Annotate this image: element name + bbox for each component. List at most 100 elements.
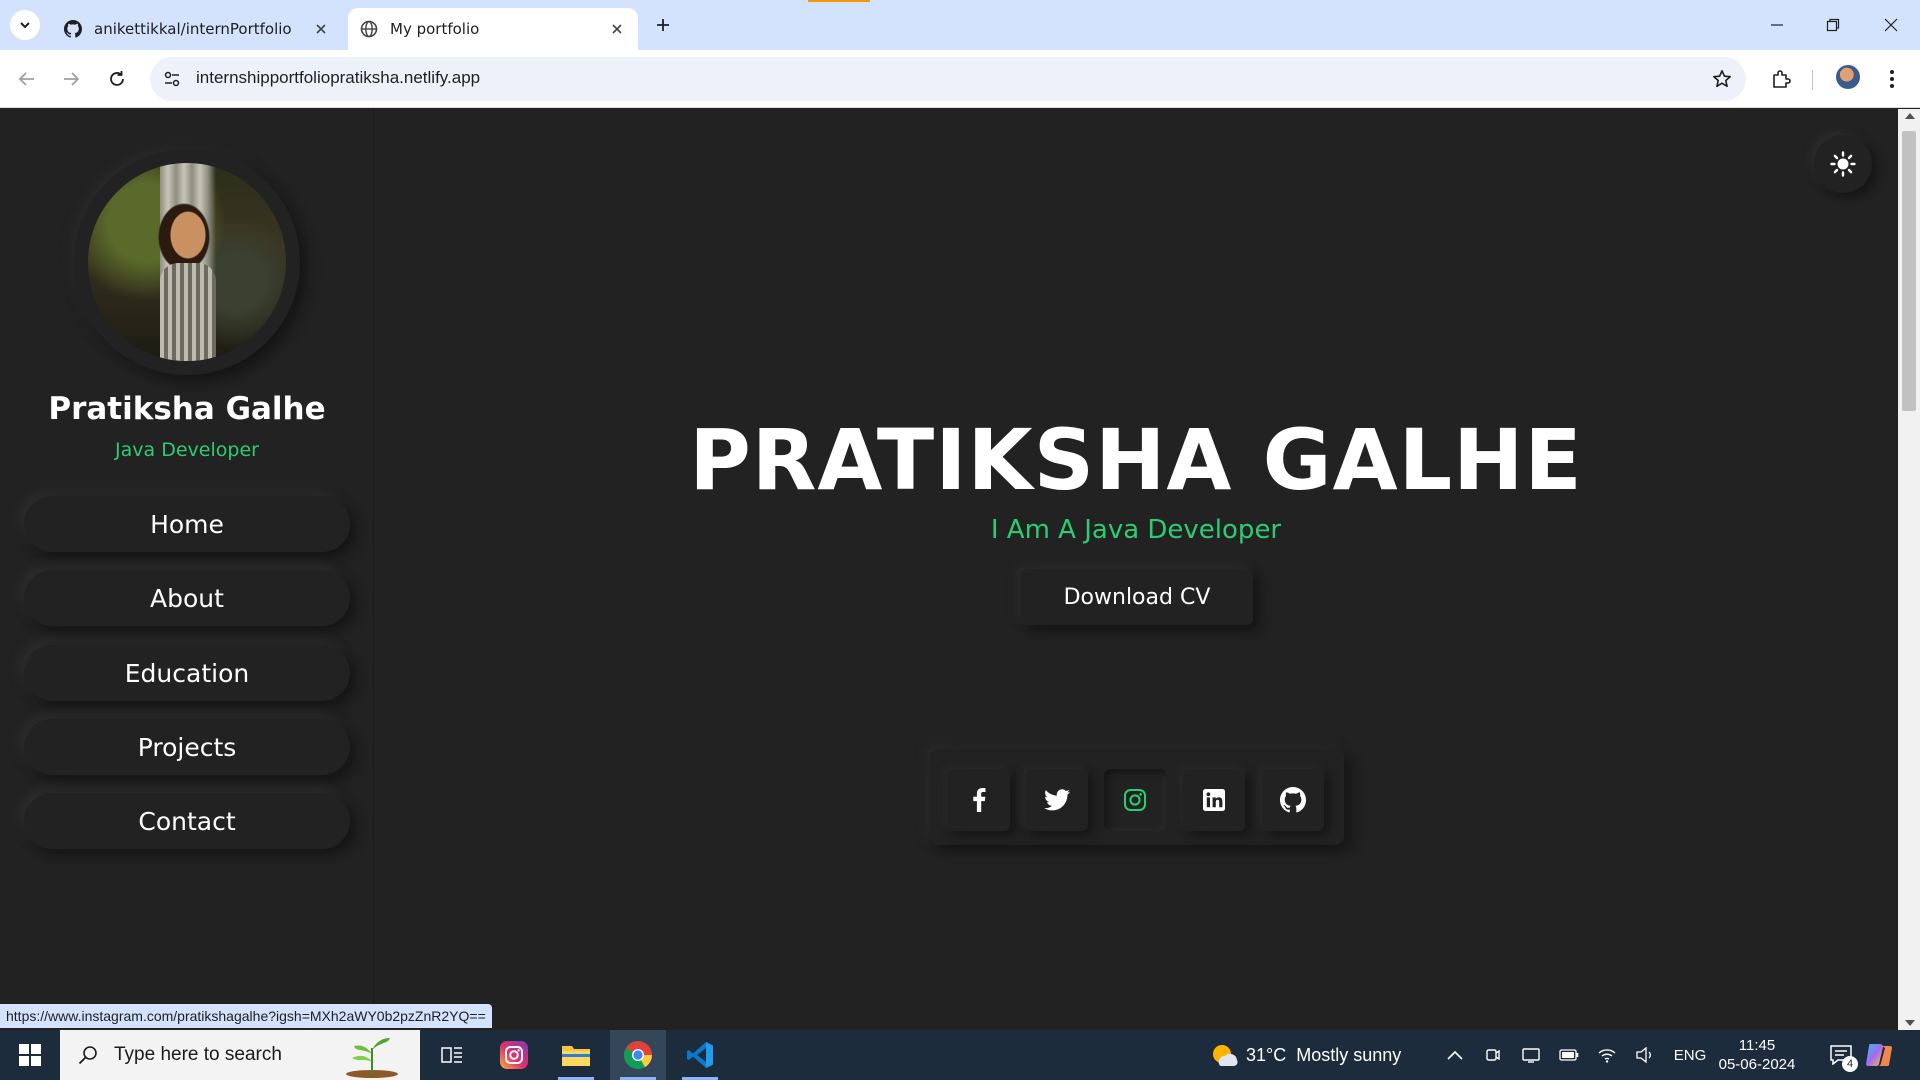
windows-taskbar: Type here to search 31°C Mostly sunny EN… [0, 1030, 1920, 1080]
facebook-link[interactable] [948, 769, 1010, 831]
close-icon[interactable] [608, 20, 626, 38]
task-view-icon [441, 1047, 462, 1063]
reload-button[interactable] [102, 64, 132, 94]
scroll-down-arrow-icon[interactable] [1905, 1020, 1915, 1026]
system-tray: ENG [1436, 1030, 1716, 1080]
chevron-down-icon [20, 22, 30, 29]
taskbar-instagram-app[interactable] [486, 1030, 542, 1080]
browser-menu-button[interactable] [1880, 64, 1904, 94]
close-icon[interactable] [312, 20, 330, 38]
vscode-icon [687, 1042, 713, 1068]
plant-illustration-icon [346, 1038, 398, 1078]
volume-icon[interactable] [1626, 1030, 1664, 1080]
restore-icon [1826, 18, 1840, 32]
scrollbar-thumb[interactable] [1902, 131, 1916, 411]
forward-button[interactable] [56, 64, 86, 94]
kebab-menu-icon [1890, 70, 1894, 88]
notification-count-badge: 4 [1842, 1056, 1858, 1072]
nav-education[interactable]: Education [24, 645, 350, 701]
weather-description: Mostly sunny [1296, 1044, 1402, 1065]
chevron-up-icon[interactable] [1436, 1030, 1474, 1080]
globe-icon [360, 20, 378, 38]
nav-home[interactable]: Home [24, 496, 350, 552]
taskbar-chrome[interactable] [610, 1030, 666, 1080]
browser-toolbar: internshipportfoliopratiksha.netlify.app [0, 50, 1920, 108]
partly-sunny-icon [1210, 1042, 1238, 1068]
toolbar-divider [1812, 70, 1813, 90]
search-icon [76, 1043, 100, 1067]
windows-logo-icon [19, 1044, 41, 1066]
wifi-icon[interactable] [1588, 1030, 1626, 1080]
start-button[interactable] [12, 1042, 48, 1068]
tab-search-button[interactable] [10, 10, 40, 40]
linkedin-icon [1203, 789, 1225, 811]
profile-photo-frame [74, 149, 300, 375]
sidebar: Pratiksha Galhe Java Developer Home Abou… [0, 109, 374, 1030]
puzzle-icon [1773, 70, 1791, 88]
instagram-icon [1124, 789, 1146, 811]
tab-title: anikettikkal/internPortfolio [94, 20, 292, 38]
language-indicator[interactable]: ENG [1664, 1047, 1716, 1064]
reload-icon [110, 71, 124, 86]
address-bar[interactable]: internshipportfoliopratiksha.netlify.app [150, 57, 1746, 101]
nav-about[interactable]: About [24, 570, 350, 626]
task-view-button[interactable] [424, 1030, 480, 1080]
hero-subtitle: I Am A Java Developer [990, 515, 1282, 545]
new-tab-button[interactable] [650, 12, 676, 38]
search-placeholder: Type here to search [114, 1044, 282, 1065]
taskbar-search-box[interactable]: Type here to search [60, 1030, 420, 1080]
copilot-icon[interactable] [1864, 1040, 1894, 1070]
scroll-up-arrow-icon[interactable] [1905, 113, 1915, 119]
restore-button[interactable] [1818, 10, 1848, 40]
minimize-icon [1771, 24, 1783, 26]
folder-icon [562, 1046, 590, 1066]
chrome-icon [624, 1041, 652, 1069]
page-scrollbar[interactable] [1898, 109, 1920, 1030]
nav-projects[interactable]: Projects [24, 719, 350, 775]
sun-icon [1830, 151, 1856, 177]
arrow-left-icon [18, 72, 34, 86]
extensions-button[interactable] [1766, 64, 1796, 94]
weather-temperature: 31°C [1246, 1044, 1287, 1065]
tab-drop-indicator [808, 0, 870, 2]
tab-github[interactable]: anikettikkal/internPortfolio [52, 8, 342, 50]
profile-avatar[interactable] [1836, 65, 1860, 89]
battery-icon[interactable] [1550, 1030, 1588, 1080]
browser-tab-bar: anikettikkal/internPortfolio My portfoli… [0, 0, 1920, 50]
taskbar-file-explorer[interactable] [548, 1030, 604, 1080]
linkedin-link[interactable] [1183, 769, 1245, 831]
bookmark-star-icon[interactable] [1710, 67, 1734, 91]
twitter-link[interactable] [1026, 769, 1088, 831]
clock-time: 11:45 [1738, 1037, 1776, 1054]
tab-title: My portfolio [390, 20, 480, 38]
download-cv-button[interactable]: Download CV [1021, 569, 1253, 625]
site-settings-icon[interactable] [160, 67, 184, 91]
clock-date: 05-06-2024 [1718, 1056, 1796, 1073]
instagram-app-icon [500, 1041, 528, 1069]
screen-share-icon[interactable] [1512, 1030, 1550, 1080]
tab-my-portfolio[interactable]: My portfolio [348, 8, 638, 50]
twitter-icon [1044, 789, 1070, 811]
minimize-button[interactable] [1762, 10, 1792, 40]
theme-toggle-button[interactable] [1814, 135, 1872, 193]
github-icon [64, 20, 82, 38]
sidebar-name: Pratiksha Galhe [48, 391, 326, 427]
url-text: internshipportfoliopratiksha.netlify.app [196, 68, 481, 87]
facebook-icon [973, 788, 986, 812]
arrow-right-icon [64, 72, 80, 86]
close-icon [1884, 18, 1898, 32]
hero-title: PRATIKSHA GALHE [689, 411, 1583, 509]
close-window-button[interactable] [1876, 10, 1906, 40]
back-button[interactable] [12, 64, 42, 94]
instagram-link[interactable] [1104, 769, 1166, 831]
system-clock[interactable]: 11:45 05-06-2024 [1712, 1036, 1802, 1074]
portfolio-page: Pratiksha Galhe Java Developer Home Abou… [0, 109, 1920, 1030]
social-links-panel [930, 749, 1344, 845]
taskbar-vscode[interactable] [672, 1030, 728, 1080]
plus-icon [657, 19, 669, 31]
notification-center-button[interactable]: 4 [1820, 1030, 1862, 1080]
meet-now-icon[interactable] [1474, 1030, 1512, 1080]
weather-widget[interactable]: 31°C Mostly sunny [1210, 1042, 1401, 1068]
nav-contact[interactable]: Contact [24, 793, 350, 849]
github-link[interactable] [1262, 769, 1324, 831]
